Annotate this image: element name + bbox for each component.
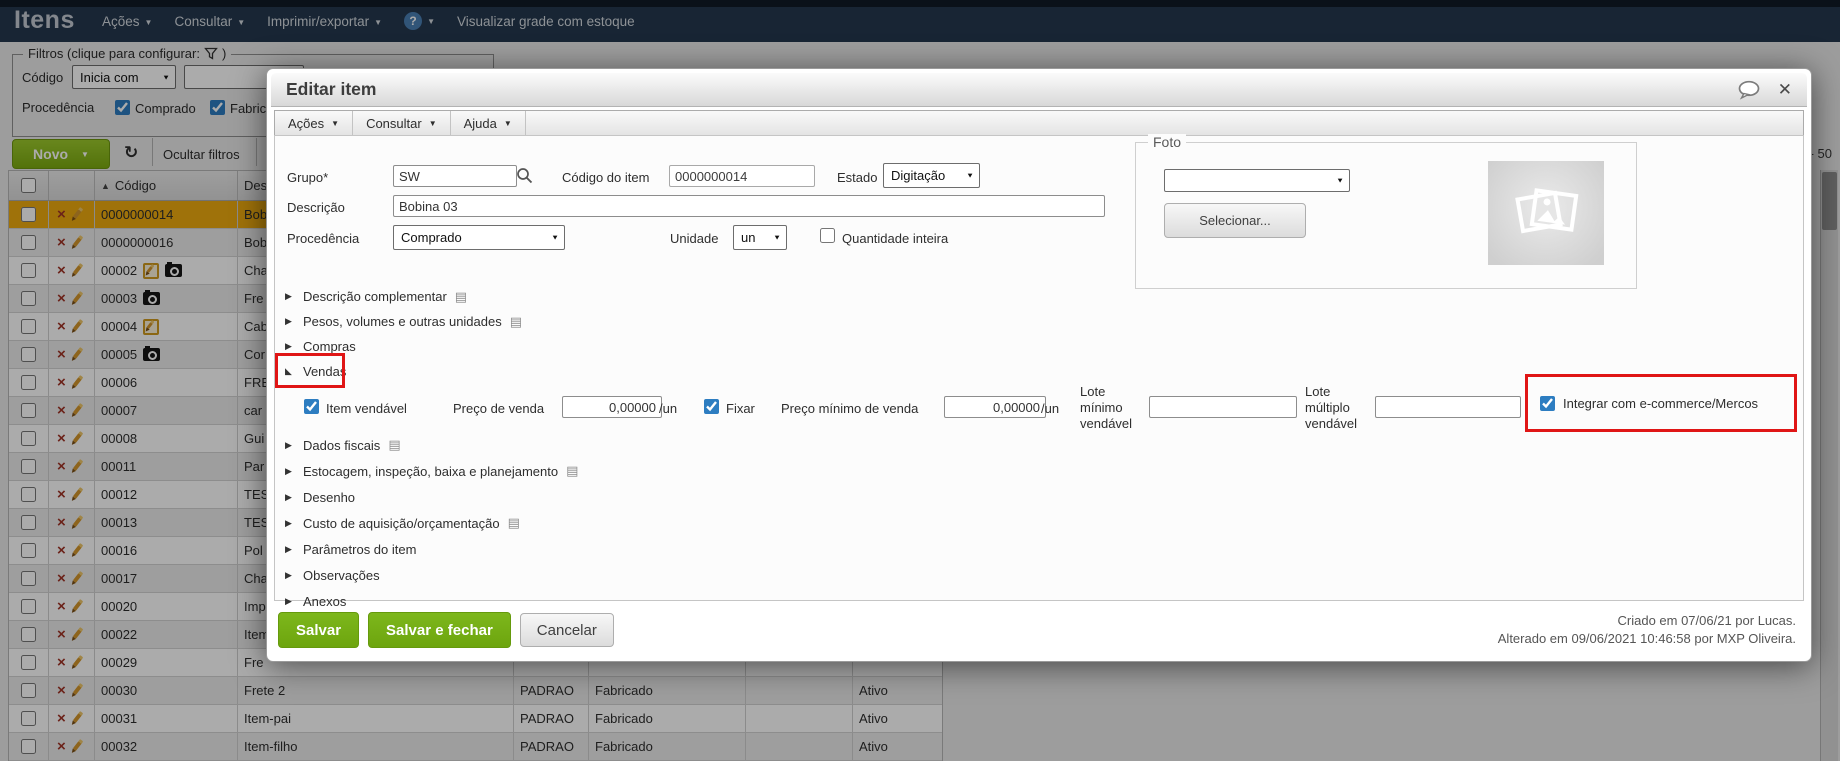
vendas-panel: Item vendável Preço de venda /un Fixar P… bbox=[275, 374, 1805, 434]
save-and-close-button[interactable]: Salvar e fechar bbox=[368, 612, 511, 648]
section-pesos-volumes-e-outras-unidades[interactable]: ▶ Pesos, volumes e outras unidades ▤ bbox=[285, 309, 1783, 334]
preco-venda-unit: /un bbox=[659, 401, 678, 416]
modal-menu-ações[interactable]: Ações ▼ bbox=[275, 111, 354, 135]
grupo-input[interactable] bbox=[393, 165, 517, 187]
integrar-highlight-box: Integrar com e-commerce/Mercos bbox=[1525, 374, 1797, 432]
procedencia-label: Procedência bbox=[287, 231, 360, 246]
preco-venda-label: Preço de venda bbox=[453, 401, 545, 416]
section-par-metros-do-item[interactable]: ▶ Parâmetros do item bbox=[285, 536, 1783, 562]
item-vendavel-label: Item vendável bbox=[326, 401, 407, 416]
screen: Itens Ações ▼ Consultar ▼ Imprimir/exportar ▼… bbox=[0, 0, 1840, 761]
expand-icon: ▶ bbox=[285, 569, 292, 580]
foto-panel: Foto ▼ Selecionar... bbox=[1135, 134, 1637, 289]
quantidade-inteira-label: Quantidade inteira bbox=[842, 231, 949, 246]
section-dados-fiscais[interactable]: ▶ Dados fiscais ▤ bbox=[285, 432, 1783, 458]
expand-icon: ▶ bbox=[285, 316, 292, 326]
section-label: Descrição complementar bbox=[303, 289, 447, 304]
search-icon[interactable] bbox=[516, 167, 533, 187]
lote-minimo-label: Lote mínimo vendável bbox=[1080, 384, 1133, 431]
chevron-down-icon: ▼ bbox=[551, 233, 559, 242]
modal-footer: Salvar Salvar e fechar Cancelar Criado e… bbox=[274, 604, 1804, 656]
procedencia-select[interactable]: Comprado ▼ bbox=[393, 225, 565, 250]
section-estocagem-inspe-o-baixa-e-planejamento[interactable]: ▶ Estocagem, inspeção, baixa e planejamen… bbox=[285, 458, 1783, 484]
section-compras[interactable]: ▶ Compras bbox=[285, 334, 1783, 359]
close-icon[interactable]: ✕ bbox=[1778, 80, 1792, 100]
sections-bottom: ▶ Dados fiscais ▤ ▶ Estocagem, inspeção, bai… bbox=[285, 432, 1783, 614]
section-label: Desenho bbox=[303, 489, 356, 505]
codigo-item-label: Código do item bbox=[562, 170, 650, 185]
expand-icon: ▶ bbox=[285, 517, 292, 528]
section-label: Custo de aquisição/orçamentação bbox=[303, 515, 500, 531]
chevron-down-icon: ▼ bbox=[503, 118, 512, 128]
expand-icon: ▶ bbox=[285, 465, 292, 476]
preco-minimo-label: Preço mínimo de venda bbox=[781, 401, 919, 416]
preco-venda-input[interactable] bbox=[562, 396, 662, 418]
sections-top: ▶ Descrição complementar ▤ ▶ Pesos, volumes … bbox=[285, 284, 1783, 384]
chevron-down-icon: ▼ bbox=[331, 118, 340, 128]
expand-icon: ▶ bbox=[285, 491, 292, 502]
codigo-item-input bbox=[669, 165, 815, 187]
lote-multiplo-input[interactable] bbox=[1375, 396, 1521, 418]
section-label: Estocagem, inspeção, baixa e planejament… bbox=[303, 463, 559, 479]
fixar-label: Fixar bbox=[726, 401, 755, 416]
foto-select[interactable]: ▼ bbox=[1164, 169, 1350, 192]
cancel-button[interactable]: Cancelar bbox=[519, 613, 614, 647]
foto-legend: Foto bbox=[1148, 134, 1187, 150]
expand-icon: ▶ bbox=[285, 543, 292, 554]
descricao-input[interactable] bbox=[393, 195, 1105, 217]
section-label: Parâmetros do item bbox=[303, 541, 417, 557]
edit-item-modal: Editar item ✕ Ações ▼ Consultar ▼ Ajuda ▼ Gru… bbox=[266, 68, 1812, 662]
photo-placeholder bbox=[1488, 161, 1604, 265]
selecionar-button[interactable]: Selecionar... bbox=[1164, 203, 1306, 238]
section-label: Dados fiscais bbox=[303, 437, 381, 453]
preco-minimo-unit: /un bbox=[1041, 401, 1060, 416]
fixar-checkbox[interactable] bbox=[704, 399, 719, 414]
descricao-label: Descrição bbox=[287, 200, 345, 215]
section-observa-es[interactable]: ▶ Observações bbox=[285, 562, 1783, 588]
grupo-label: Grupo* bbox=[287, 170, 329, 185]
section-label: Pesos, volumes e outras unidades bbox=[303, 314, 502, 329]
audit-info: Criado em 07/06/21 por Lucas. Alterado e… bbox=[1498, 612, 1800, 648]
modal-menu-consultar[interactable]: Consultar ▼ bbox=[353, 111, 451, 135]
unidade-label: Unidade bbox=[670, 231, 719, 246]
chevron-down-icon: ▼ bbox=[966, 171, 974, 180]
modal-body: Grupo* Código do item Estado Digitação▼ … bbox=[274, 134, 1805, 609]
estado-select[interactable]: Digitação ▼ bbox=[883, 163, 980, 188]
section-label: Compras bbox=[303, 339, 356, 354]
expand-icon: ▶ bbox=[285, 341, 292, 351]
chevron-down-icon: ▼ bbox=[428, 118, 437, 128]
estado-label: Estado bbox=[837, 170, 878, 185]
expand-icon: ▶ bbox=[285, 439, 292, 450]
vendas-highlight-box bbox=[275, 353, 345, 388]
form-doc-icon: ▤ bbox=[507, 515, 520, 530]
section-label: Observações bbox=[303, 567, 380, 583]
modal-menu-ajuda[interactable]: Ajuda ▼ bbox=[451, 111, 526, 135]
chevron-down-icon: ▼ bbox=[773, 233, 781, 242]
section-desenho[interactable]: ▶ Desenho bbox=[285, 484, 1783, 510]
photos-icon bbox=[1515, 188, 1579, 234]
form-doc-icon: ▤ bbox=[509, 313, 523, 329]
item-vendavel-checkbox[interactable] bbox=[304, 399, 319, 414]
integrar-ecommerce-label: Integrar com e-commerce/Mercos bbox=[1563, 395, 1759, 411]
save-button[interactable]: Salvar bbox=[278, 612, 360, 648]
form-doc-icon: ▤ bbox=[566, 463, 579, 478]
altered-info: Alterado em 09/06/2021 10:46:58 por MXP … bbox=[1497, 631, 1796, 646]
expand-icon: ▶ bbox=[285, 291, 292, 301]
comment-bubble-icon[interactable] bbox=[1737, 80, 1761, 103]
integrar-ecommerce-checkbox[interactable] bbox=[1540, 395, 1555, 411]
modal-title: Editar item bbox=[286, 79, 377, 99]
quantidade-inteira-checkbox[interactable] bbox=[820, 228, 835, 243]
section-descri-o-complementar[interactable]: ▶ Descrição complementar ▤ bbox=[285, 284, 1783, 309]
modal-titlebar: Editar item ✕ bbox=[271, 73, 1807, 107]
preco-minimo-input[interactable] bbox=[944, 396, 1046, 418]
form-doc-icon: ▤ bbox=[454, 288, 468, 304]
unidade-select[interactable]: un ▼ bbox=[733, 225, 787, 250]
lote-multiplo-label: Lote múltiplo vendável bbox=[1305, 384, 1358, 431]
created-info: Criado em 07/06/21 por Lucas. bbox=[1617, 612, 1797, 628]
chevron-down-icon: ▼ bbox=[1336, 176, 1344, 185]
modal-menubar: Ações ▼ Consultar ▼ Ajuda ▼ bbox=[274, 110, 1804, 136]
section-custo-de-aquisi-o-or-amenta-o[interactable]: ▶ Custo de aquisição/orçamentação ▤ bbox=[285, 510, 1783, 536]
form-doc-icon: ▤ bbox=[388, 437, 401, 452]
lote-minimo-input[interactable] bbox=[1149, 396, 1297, 418]
